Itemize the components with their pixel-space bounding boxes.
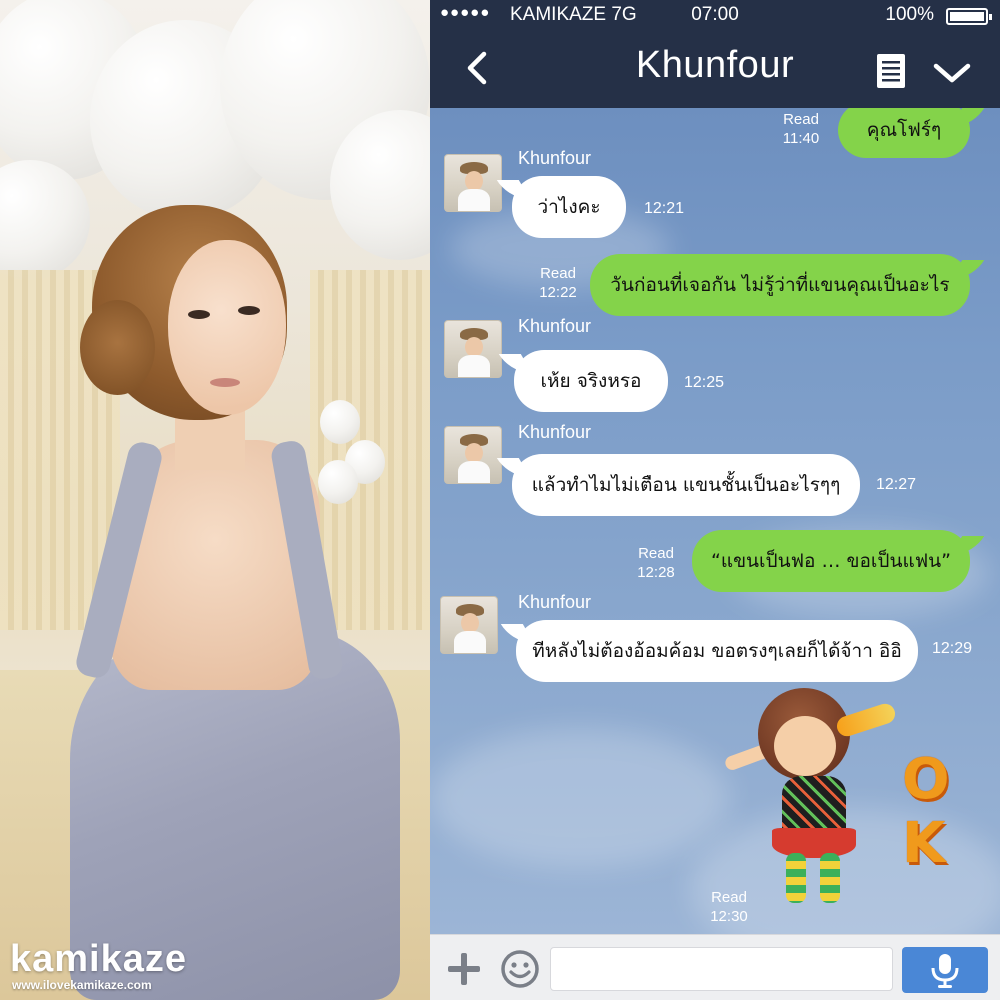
notes-icon xyxy=(877,54,905,88)
watermark-logo: kamikaze xyxy=(10,938,188,980)
message-bubble-incoming[interactable]: ว่าไงคะ xyxy=(512,176,626,238)
read-receipt: Read 12:22 xyxy=(539,265,577,301)
lips xyxy=(210,378,240,387)
message-composer xyxy=(430,934,1000,1000)
microphone-icon xyxy=(931,954,959,988)
sticker-leg xyxy=(820,853,840,903)
chat-screen: ●●●●● KAMIKAZE 7G 07:00 100% Khunfour Re… xyxy=(430,0,1000,1000)
message-time: 12:21 xyxy=(644,200,685,217)
message-bubble-incoming[interactable]: ทีหลังไม่ต้องอ้อมค้อม ขอตรงๆเลยก็ได้จ้าา… xyxy=(516,620,918,682)
expand-menu-button[interactable] xyxy=(932,58,972,88)
watermark-url: www.ilovekamikaze.com xyxy=(12,978,152,992)
battery-percent: 100% xyxy=(885,4,934,25)
face xyxy=(168,240,286,415)
voice-button[interactable] xyxy=(902,947,988,993)
contact-avatar[interactable] xyxy=(440,596,498,654)
chat-header: Khunfour xyxy=(430,30,1000,108)
message-bubble-outgoing[interactable]: “แขนเป็นฟอ … ขอเป็นแฟน” xyxy=(692,530,970,592)
battery-icon xyxy=(946,8,992,25)
plus-icon xyxy=(448,953,480,985)
sender-name: Khunfour xyxy=(518,148,592,168)
sticker-leg xyxy=(786,853,806,903)
message-time: 12:29 xyxy=(932,640,973,657)
read-receipt: Read 12:30 xyxy=(710,889,748,925)
sender-name: Khunfour xyxy=(518,316,592,336)
message-bubble-outgoing[interactable]: คุณโฟร์ๆ xyxy=(838,108,970,158)
contact-avatar[interactable] xyxy=(444,426,502,484)
profile-photo: kamikaze www.ilovekamikaze.com xyxy=(0,0,430,1000)
message-bubble-outgoing[interactable]: วันก่อนที่เจอกัน ไม่รู้ว่าที่แขนคุณเป็นอ… xyxy=(590,254,970,316)
sender-name: Khunfour xyxy=(518,592,592,612)
attach-button[interactable] xyxy=(446,951,482,987)
sticker-ok-text: OK xyxy=(902,747,950,876)
read-receipt: Read 11:40 xyxy=(782,111,820,147)
sticker-bottle xyxy=(834,701,898,739)
contact-avatar[interactable] xyxy=(444,154,502,212)
emoji-button[interactable] xyxy=(500,949,540,989)
eye xyxy=(188,310,210,319)
message-bubble-incoming[interactable]: แล้วทำไมไม่เตือน แขนชั้นเป็นอะไรๆๆ xyxy=(512,454,860,516)
read-receipt: Read 12:28 xyxy=(637,545,675,581)
chat-title: Khunfour xyxy=(635,44,795,86)
message-bubble-incoming[interactable]: เห้ย จริงหรอ xyxy=(514,350,668,412)
contact-avatar[interactable] xyxy=(444,320,502,378)
chevron-down-icon xyxy=(933,63,971,83)
sticker-message[interactable]: OK xyxy=(723,688,984,918)
eye xyxy=(238,306,260,315)
notes-button[interactable] xyxy=(874,52,908,90)
balloon xyxy=(320,400,360,444)
sticker-skirt xyxy=(772,828,856,858)
hair-bun xyxy=(80,300,155,395)
status-bar: ●●●●● KAMIKAZE 7G 07:00 100% xyxy=(430,0,1000,30)
message-list[interactable]: Read 11:40 คุณโฟร์ๆ Khunfour ว่าไงคะ 12:2… xyxy=(430,108,1000,934)
sender-name: Khunfour xyxy=(518,422,592,442)
emoji-icon xyxy=(501,950,539,988)
balloon xyxy=(318,460,358,504)
sticker-face xyxy=(774,716,836,776)
message-time: 12:27 xyxy=(876,476,917,493)
cloud xyxy=(430,728,730,868)
message-input[interactable] xyxy=(550,947,893,991)
sticker-body xyxy=(782,776,846,836)
message-time: 12:25 xyxy=(684,374,725,391)
